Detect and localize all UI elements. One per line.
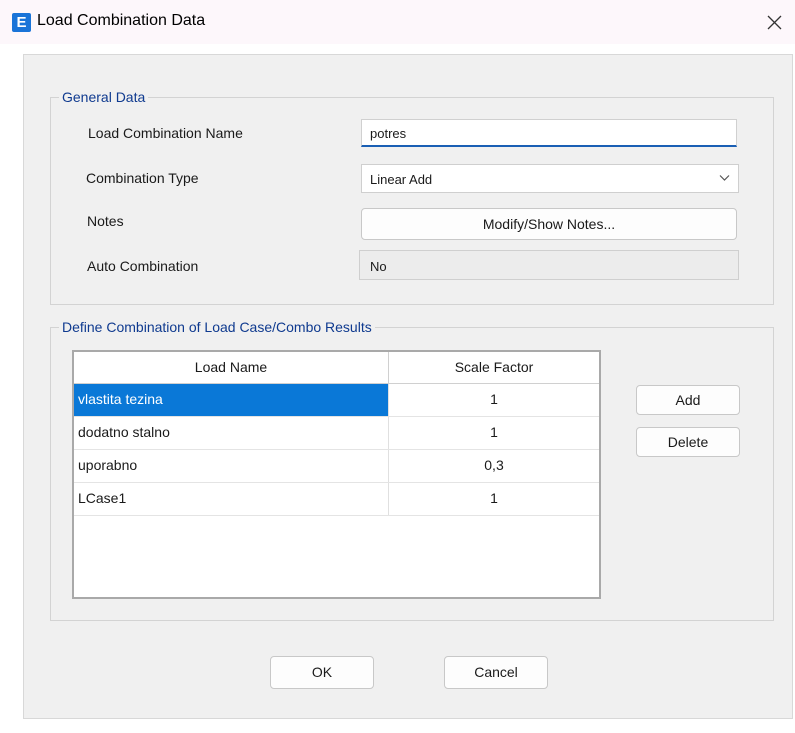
combination-type-label: Combination Type xyxy=(86,170,199,186)
combination-type-dropdown[interactable]: Linear Add xyxy=(361,164,739,193)
title-bar: E Load Combination Data xyxy=(0,0,795,44)
scale-factor-cell[interactable]: 1 xyxy=(389,417,599,449)
modify-show-notes-button[interactable]: Modify/Show Notes... xyxy=(361,208,737,240)
load-name-cell[interactable]: dodatno stalno xyxy=(74,417,389,449)
load-name-cell[interactable]: LCase1 xyxy=(74,483,389,515)
combination-name-label: Load Combination Name xyxy=(88,125,243,141)
table-row[interactable]: vlastita tezina 1 xyxy=(74,384,599,417)
scale-factor-cell[interactable]: 1 xyxy=(389,384,599,416)
etabs-app-icon: E xyxy=(12,13,31,32)
load-name-cell[interactable]: vlastita tezina xyxy=(74,384,389,416)
table-header: Load Name Scale Factor xyxy=(74,352,599,384)
notes-label: Notes xyxy=(87,213,124,229)
table-row[interactable]: LCase1 1 xyxy=(74,483,599,516)
delete-button[interactable]: Delete xyxy=(636,427,740,457)
window-title: Load Combination Data xyxy=(37,12,206,29)
add-button[interactable]: Add xyxy=(636,385,740,415)
load-name-cell[interactable]: uporabno xyxy=(74,450,389,482)
close-icon xyxy=(767,15,781,29)
table-row[interactable]: dodatno stalno 1 xyxy=(74,417,599,450)
combination-name-input[interactable]: potres xyxy=(361,119,737,147)
chevron-down-icon xyxy=(719,175,730,181)
general-data-legend: General Data xyxy=(62,89,146,105)
ok-button[interactable]: OK xyxy=(270,656,374,689)
cancel-button[interactable]: Cancel xyxy=(444,656,548,689)
table-row[interactable]: uporabno 0,3 xyxy=(74,450,599,483)
auto-combination-label: Auto Combination xyxy=(87,258,199,274)
scale-factor-cell[interactable]: 1 xyxy=(389,483,599,515)
load-name-header[interactable]: Load Name xyxy=(74,352,389,383)
scale-factor-header[interactable]: Scale Factor xyxy=(389,352,599,383)
dialog-body: General Data Load Combination Name potre… xyxy=(23,54,793,719)
close-button[interactable] xyxy=(753,0,795,44)
scale-factor-cell[interactable]: 0,3 xyxy=(389,450,599,482)
auto-combination-field: No xyxy=(359,250,739,280)
combination-type-value: Linear Add xyxy=(370,172,433,187)
load-case-table: Load Name Scale Factor vlastita tezina 1… xyxy=(72,350,601,599)
define-combination-legend: Define Combination of Load Case/Combo Re… xyxy=(62,319,372,335)
